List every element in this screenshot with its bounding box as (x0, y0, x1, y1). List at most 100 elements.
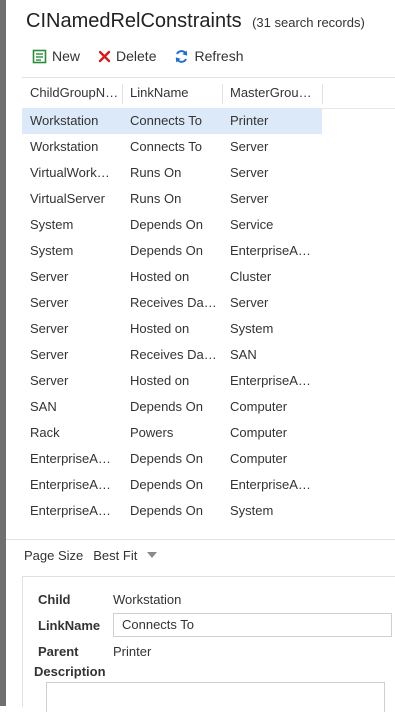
column-header-link-name[interactable]: LinkName (122, 78, 222, 108)
cell-child-group: Server (30, 373, 69, 388)
cell-child-group: VirtualWork… (30, 165, 110, 180)
child-value: Workstation (113, 592, 182, 607)
grid-header: ChildGroupN… LinkName MasterGrou… (22, 78, 395, 109)
page-title-text: CINamedRelConstraints (26, 10, 242, 32)
cell-child-group: EnterpriseA… (30, 451, 111, 466)
refresh-button-label: Refresh (194, 48, 244, 64)
column-header-child-group[interactable]: ChildGroupN… (22, 78, 122, 108)
page-title: CINamedRelConstraints (31 search records… (26, 10, 365, 33)
cell-link-name: Hosted on (130, 321, 190, 336)
cell-child-group: VirtualServer (30, 191, 105, 206)
page-size-label: Page Size (24, 547, 84, 563)
cell-child-group: Server (30, 269, 69, 284)
cell-master-group: EnterpriseA… (230, 477, 311, 492)
left-edge-bar (0, 0, 6, 706)
refresh-button[interactable]: Refresh (174, 48, 244, 64)
cell-child-group: Server (30, 347, 69, 362)
delete-x-icon (98, 50, 111, 63)
cell-master-group: Service (230, 217, 274, 232)
cell-master-group: Server (230, 295, 269, 310)
cell-link-name: Depends On (130, 243, 203, 258)
table-row[interactable]: System Depends On Service (22, 212, 322, 238)
description-label: Description (34, 664, 106, 679)
cell-master-group: Server (230, 191, 269, 206)
detail-panel: Child Workstation LinkName Connects To P… (22, 576, 395, 712)
cell-link-name: Hosted on (130, 373, 190, 388)
parent-value: Printer (113, 644, 152, 659)
cell-link-name: Connects To (130, 113, 203, 128)
table-row[interactable]: EnterpriseA… Depends On System (22, 498, 322, 524)
new-button[interactable]: New (32, 48, 80, 64)
cell-master-group: Computer (230, 399, 288, 414)
cell-link-name: Receives Da… (130, 295, 217, 310)
cell-master-group: EnterpriseA… (230, 373, 311, 388)
cell-link-name: Receives Da… (130, 347, 217, 362)
table-row[interactable]: Workstation Connects To Printer (22, 108, 322, 134)
cell-master-group: EnterpriseA… (230, 243, 311, 258)
table-row[interactable]: Server Receives Da… Server (22, 290, 322, 316)
child-label: Child (38, 592, 71, 607)
chevron-down-icon (147, 552, 158, 558)
cell-link-name: Powers (130, 425, 174, 440)
page-size-value: Best Fit (93, 547, 138, 563)
table-row[interactable]: EnterpriseA… Depends On Computer (22, 446, 322, 472)
cell-child-group: Server (30, 321, 69, 336)
column-separator (322, 84, 323, 104)
cell-master-group: Server (230, 165, 269, 180)
cell-child-group: Workstation (30, 139, 99, 154)
records-grid: ChildGroupN… LinkName MasterGrou… Workst… (22, 77, 395, 540)
delete-button[interactable]: Delete (98, 48, 156, 64)
new-button-label: New (52, 48, 81, 64)
cell-link-name: Hosted on (130, 269, 190, 284)
parent-label: Parent (38, 644, 79, 659)
cell-child-group: SAN (30, 399, 57, 414)
linkname-label: LinkName (38, 618, 101, 633)
cell-link-name: Depends On (130, 477, 203, 492)
table-row[interactable]: Server Hosted on System (22, 316, 322, 342)
table-row[interactable]: Server Hosted on EnterpriseA… (22, 368, 322, 394)
linkname-field[interactable]: Connects To (113, 613, 392, 637)
table-row[interactable]: SAN Depends On Computer (22, 394, 322, 420)
record-count: (31 search records) (252, 15, 365, 30)
column-header-master-group[interactable]: MasterGrou… (222, 78, 322, 108)
cell-master-group: SAN (230, 347, 257, 362)
page-size-control: Page Size Best Fit (24, 545, 158, 565)
cell-link-name: Depends On (130, 399, 203, 414)
table-row[interactable]: System Depends On EnterpriseA… (22, 238, 322, 264)
table-row[interactable]: Server Hosted on Cluster (22, 264, 322, 290)
delete-button-label: Delete (116, 48, 157, 64)
refresh-icon (174, 49, 189, 64)
table-row[interactable]: VirtualWork… Runs On Server (22, 160, 322, 186)
cell-link-name: Connects To (130, 139, 203, 154)
table-row[interactable]: VirtualServer Runs On Server (22, 186, 322, 212)
cell-link-name: Depends On (130, 451, 203, 466)
cell-child-group: Server (30, 295, 69, 310)
cell-master-group: Printer (230, 113, 269, 128)
table-row[interactable]: Rack Powers Computer (22, 420, 322, 446)
cell-link-name: Depends On (130, 217, 203, 232)
cell-link-name: Depends On (130, 503, 203, 518)
section-divider (6, 539, 395, 540)
table-row[interactable]: Server Receives Da… SAN (22, 342, 322, 368)
cell-master-group: Computer (230, 451, 288, 466)
cell-child-group: System (30, 243, 74, 258)
description-field[interactable] (46, 682, 385, 712)
cell-child-group: EnterpriseA… (30, 503, 111, 518)
cell-master-group: Cluster (230, 269, 272, 284)
table-row[interactable]: EnterpriseA… Depends On EnterpriseA… (22, 472, 322, 498)
cell-master-group: Server (230, 139, 269, 154)
page-size-dropdown[interactable]: Best Fit (93, 547, 158, 563)
toolbar: New Delete Refresh (32, 46, 262, 66)
cell-child-group: EnterpriseA… (30, 477, 111, 492)
cell-master-group: System (230, 321, 274, 336)
cell-master-group: System (230, 503, 274, 518)
table-row[interactable]: Workstation Connects To Server (22, 134, 322, 160)
grid-body: Workstation Connects To Printer Workstat… (22, 108, 395, 524)
cell-link-name: Runs On (130, 165, 182, 180)
cell-master-group: Computer (230, 425, 288, 440)
new-record-icon (32, 49, 47, 64)
cell-child-group: Rack (30, 425, 60, 440)
cell-child-group: System (30, 217, 74, 232)
cell-link-name: Runs On (130, 191, 182, 206)
cell-child-group: Workstation (30, 113, 99, 128)
